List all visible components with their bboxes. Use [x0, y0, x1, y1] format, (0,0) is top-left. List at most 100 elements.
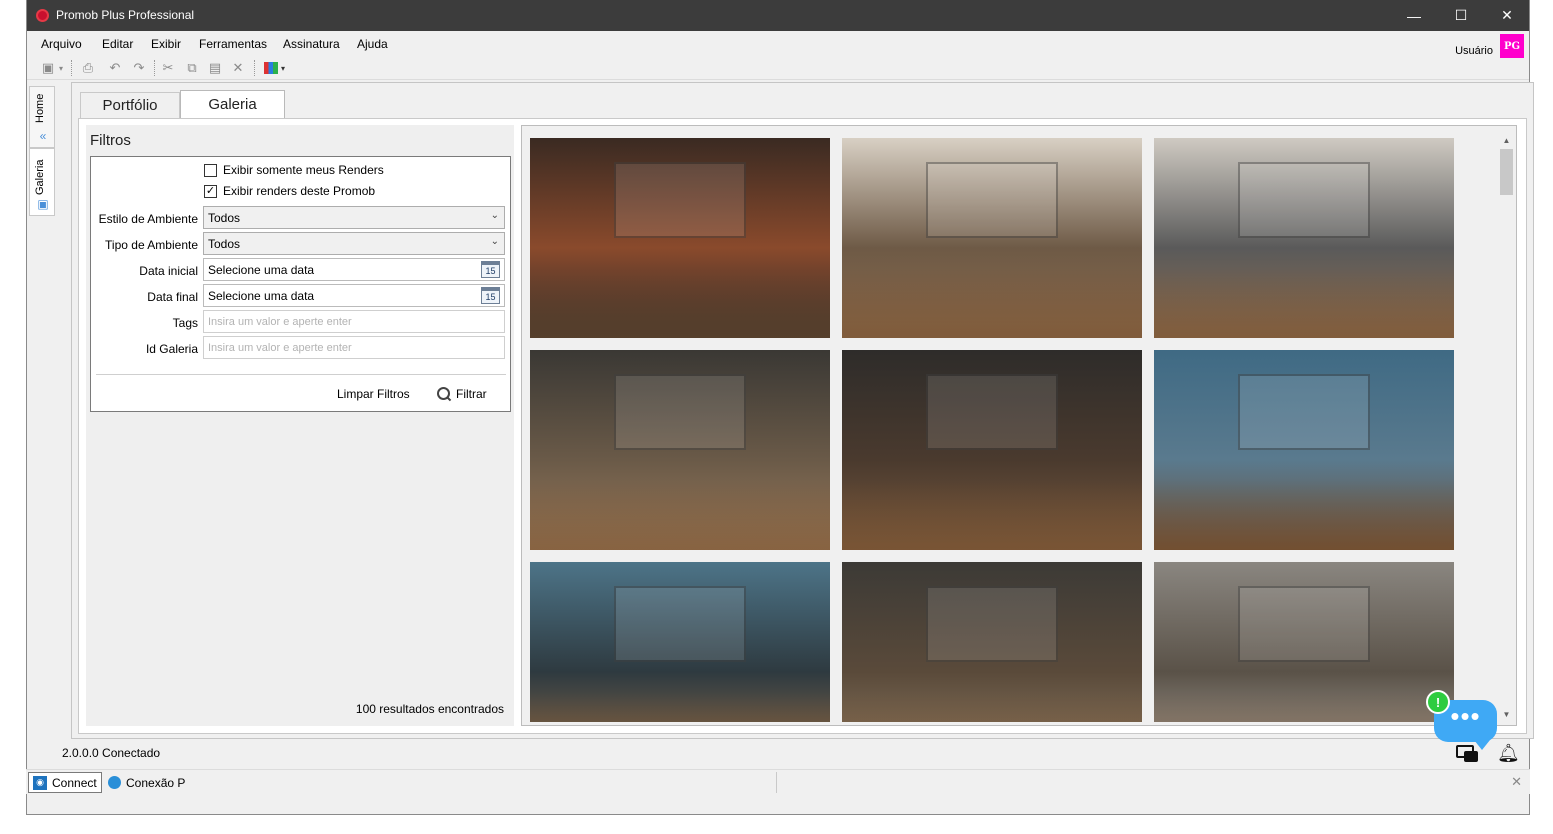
- tags-input[interactable]: [203, 310, 505, 333]
- toolbar-separator: [254, 60, 255, 76]
- gallery-panel: ▲ ▼: [521, 125, 1517, 726]
- redo-icon[interactable]: ↷: [130, 59, 148, 77]
- filter-label: Filtrar: [456, 387, 487, 401]
- chat-alert-badge: !: [1426, 690, 1450, 714]
- data-inicial-label: Data inicial: [139, 264, 198, 278]
- menu-exibir[interactable]: Exibir: [151, 37, 181, 51]
- promob-logo-icon: [36, 9, 49, 22]
- clear-filters-label: Limpar Filtros: [337, 387, 410, 401]
- palette-dropdown-icon[interactable]: ▾: [278, 59, 288, 77]
- cut-icon[interactable]: ✂: [159, 59, 177, 77]
- menu-ajuda[interactable]: Ajuda: [357, 37, 388, 51]
- filters-form: Exibir somente meus Renders ✓ Exibir ren…: [90, 156, 511, 412]
- menu-assinatura[interactable]: Assinatura: [283, 37, 340, 51]
- data-final-field[interactable]: Selecione uma data 15: [203, 284, 505, 307]
- gallery-thumbnail-office-dark-wood[interactable]: [842, 562, 1142, 722]
- gallery-thumbnail-bathroom-blue-tiles[interactable]: [1154, 350, 1454, 550]
- clear-filters-button[interactable]: Limpar Filtros: [337, 387, 410, 401]
- estilo-value: Todos: [208, 211, 241, 225]
- home-arrows-icon: «: [39, 129, 47, 143]
- avatar[interactable]: PG: [1500, 34, 1524, 58]
- print-icon[interactable]: ⎙: [79, 59, 97, 77]
- filter-button[interactable]: Filtrar: [437, 387, 487, 401]
- data-inicial-field[interactable]: Selecione uma data 15: [203, 258, 505, 281]
- gallery-thumbnail-kitchen-island-window[interactable]: [1154, 138, 1454, 338]
- filters-panel: Filtros Exibir somente meus Renders ✓ Ex…: [86, 125, 514, 726]
- galeria-content: Filtros Exibir somente meus Renders ✓ Ex…: [78, 118, 1527, 734]
- side-tab-galeria[interactable]: Galeria ▣: [29, 148, 55, 216]
- thumbnail-wall-accent: [926, 162, 1058, 238]
- menu-ferramentas[interactable]: Ferramentas: [199, 37, 267, 51]
- gallery-thumbnail-dining-shelves-dark[interactable]: [530, 350, 830, 550]
- task-connect[interactable]: ◉ Connect: [28, 772, 102, 793]
- side-tab-home-label: Home: [34, 93, 46, 123]
- bell-icon[interactable]: 🔔︎: [1497, 743, 1520, 764]
- calendar-icon[interactable]: 15: [481, 287, 500, 304]
- undo-icon[interactable]: ↶: [106, 59, 124, 77]
- gallery-scrollbar[interactable]: ▲ ▼: [1498, 133, 1515, 721]
- menu-arquivo[interactable]: Arquivo: [41, 37, 82, 51]
- paste-icon[interactable]: ▤: [206, 59, 224, 77]
- tags-label: Tags: [172, 316, 198, 330]
- side-tabs: Home « Galeria ▣: [29, 86, 55, 216]
- filters-divider: [96, 374, 506, 375]
- scroll-up-icon[interactable]: ▲: [1498, 133, 1515, 147]
- gallery-thumbnail-home-office-window[interactable]: [1154, 562, 1454, 722]
- data-inicial-value: Selecione uma data: [208, 263, 315, 277]
- this-promob-renders-row[interactable]: ✓ Exibir renders deste Promob: [204, 184, 375, 198]
- thumbnail-wall-accent: [1238, 586, 1370, 662]
- this-promob-renders-label: Exibir renders deste Promob: [223, 184, 376, 198]
- taskbar-close-icon[interactable]: ✕: [1511, 774, 1522, 790]
- delete-icon[interactable]: ✕: [229, 59, 247, 77]
- id-galeria-input[interactable]: [203, 336, 505, 359]
- gallery-grid: [530, 138, 1460, 722]
- only-my-renders-checkbox[interactable]: [204, 163, 217, 177]
- tab-portfolio[interactable]: Portfólio: [80, 92, 180, 118]
- thumbnail-wall-accent: [926, 586, 1058, 662]
- search-icon: [437, 387, 451, 401]
- menu-editar[interactable]: Editar: [102, 37, 133, 51]
- save-icon[interactable]: ▣: [39, 59, 57, 77]
- toolbar-separator: [71, 60, 72, 76]
- scrollbar-thumb[interactable]: [1500, 149, 1513, 195]
- only-my-renders-row[interactable]: Exibir somente meus Renders: [204, 163, 384, 177]
- app-window: Promob Plus Professional — ☐ ✕ Arquivo E…: [26, 0, 1534, 815]
- title-bar: Promob Plus Professional — ☐ ✕: [27, 0, 1529, 31]
- toolbar-separator: [154, 60, 155, 76]
- this-promob-renders-checkbox[interactable]: ✓: [204, 184, 217, 198]
- data-final-value: Selecione uma data: [208, 289, 315, 303]
- thumbnail-wall-accent: [614, 162, 746, 238]
- chevron-down-icon: ⌄: [490, 210, 499, 221]
- tab-galeria[interactable]: Galeria: [180, 90, 285, 118]
- taskbar: ◉ Connect Conexão P ✕: [26, 769, 1530, 794]
- side-tab-home[interactable]: Home «: [29, 86, 55, 148]
- data-final-label: Data final: [147, 290, 198, 304]
- gallery-thumbnail-bathroom-copper-mirror[interactable]: [530, 138, 830, 338]
- version-status: 2.0.0.0 Conectado: [62, 746, 161, 760]
- save-dropdown-icon[interactable]: ▾: [56, 59, 66, 77]
- close-button[interactable]: ✕: [1484, 0, 1530, 31]
- gallery-thumbnail-kitchen-dining-bright[interactable]: [842, 138, 1142, 338]
- gallery-thumbnail-kitchen-dining-night[interactable]: [842, 350, 1142, 550]
- minimize-button[interactable]: —: [1391, 0, 1437, 31]
- maximize-button[interactable]: ☐: [1438, 0, 1484, 31]
- thumbnail-wall-accent: [926, 374, 1058, 450]
- main-panel: Portfólio Galeria Filtros Exibir somente…: [71, 82, 1534, 739]
- gallery-thumbnail-bathroom-tub-blue[interactable]: [530, 562, 830, 722]
- thumbnail-wall-accent: [614, 586, 746, 662]
- calendar-icon[interactable]: 15: [481, 261, 500, 278]
- estilo-label: Estilo de Ambiente: [98, 212, 198, 226]
- scroll-down-icon[interactable]: ▼: [1498, 707, 1515, 721]
- id-galeria-label: Id Galeria: [145, 342, 198, 356]
- task-connect-label: Connect: [52, 775, 97, 790]
- chevron-down-icon: ⌄: [490, 236, 499, 247]
- window-title: Promob Plus Professional: [56, 8, 195, 22]
- results-count: 100 resultados encontrados: [355, 702, 504, 716]
- gallery-image-icon: ▣: [37, 197, 49, 211]
- thumbnail-wall-accent: [1238, 162, 1370, 238]
- task-conexao[interactable]: Conexão P: [104, 772, 189, 793]
- tipo-select[interactable]: Todos ⌄: [203, 232, 505, 255]
- side-tab-galeria-label: Galeria: [34, 159, 46, 195]
- copy-icon[interactable]: ⧉: [183, 59, 201, 77]
- estilo-select[interactable]: Todos ⌄: [203, 206, 505, 229]
